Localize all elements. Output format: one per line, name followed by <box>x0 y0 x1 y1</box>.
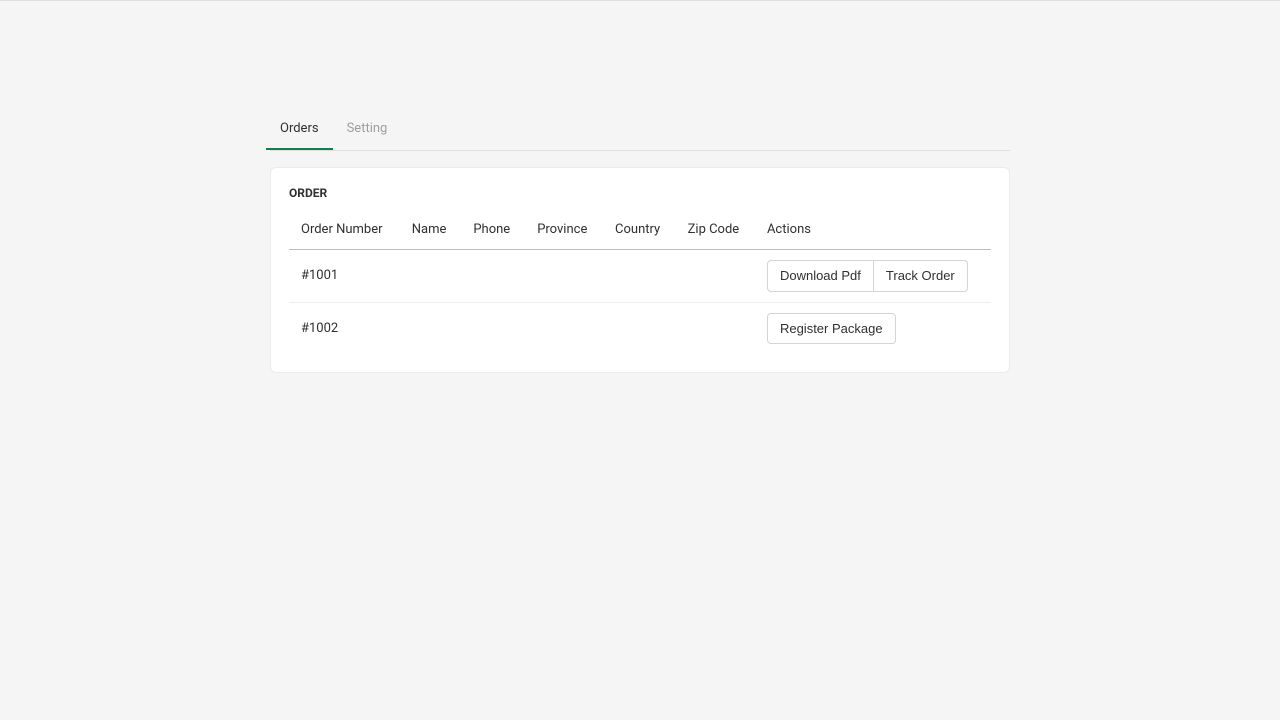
th-country: Country <box>603 214 676 250</box>
action-button-group: Download Pdf Track Order <box>767 260 968 292</box>
table-row: #1002 Register Package <box>289 302 991 354</box>
tab-orders[interactable]: Orders <box>266 109 333 150</box>
tabs-container: Orders Setting <box>270 109 1010 151</box>
th-order-number: Order Number <box>289 214 400 250</box>
cell-zip-code <box>676 302 755 354</box>
orders-table: Order Number Name Phone Province Country… <box>289 214 991 354</box>
th-name: Name <box>400 214 462 250</box>
cell-zip-code <box>676 250 755 303</box>
download-pdf-button[interactable]: Download Pdf <box>767 260 874 292</box>
cell-name <box>400 302 462 354</box>
cell-province <box>525 302 603 354</box>
cell-name <box>400 250 462 303</box>
table-row: #1001 Download Pdf Track Order <box>289 250 991 303</box>
register-package-button[interactable]: Register Package <box>767 313 896 345</box>
tab-setting[interactable]: Setting <box>333 109 402 150</box>
th-actions: Actions <box>755 214 991 250</box>
cell-country <box>603 250 676 303</box>
order-card: ORDER Order Number Name Phone Province C… <box>270 167 1010 373</box>
cell-order-number: #1001 <box>289 250 400 303</box>
card-title: ORDER <box>289 186 991 200</box>
th-phone: Phone <box>461 214 525 250</box>
cell-actions: Register Package <box>755 302 991 354</box>
cell-phone <box>461 250 525 303</box>
th-zip-code: Zip Code <box>676 214 755 250</box>
cell-province <box>525 250 603 303</box>
cell-country <box>603 302 676 354</box>
track-order-button[interactable]: Track Order <box>874 260 968 292</box>
cell-order-number: #1002 <box>289 302 400 354</box>
th-province: Province <box>525 214 603 250</box>
cell-phone <box>461 302 525 354</box>
cell-actions: Download Pdf Track Order <box>755 250 991 303</box>
